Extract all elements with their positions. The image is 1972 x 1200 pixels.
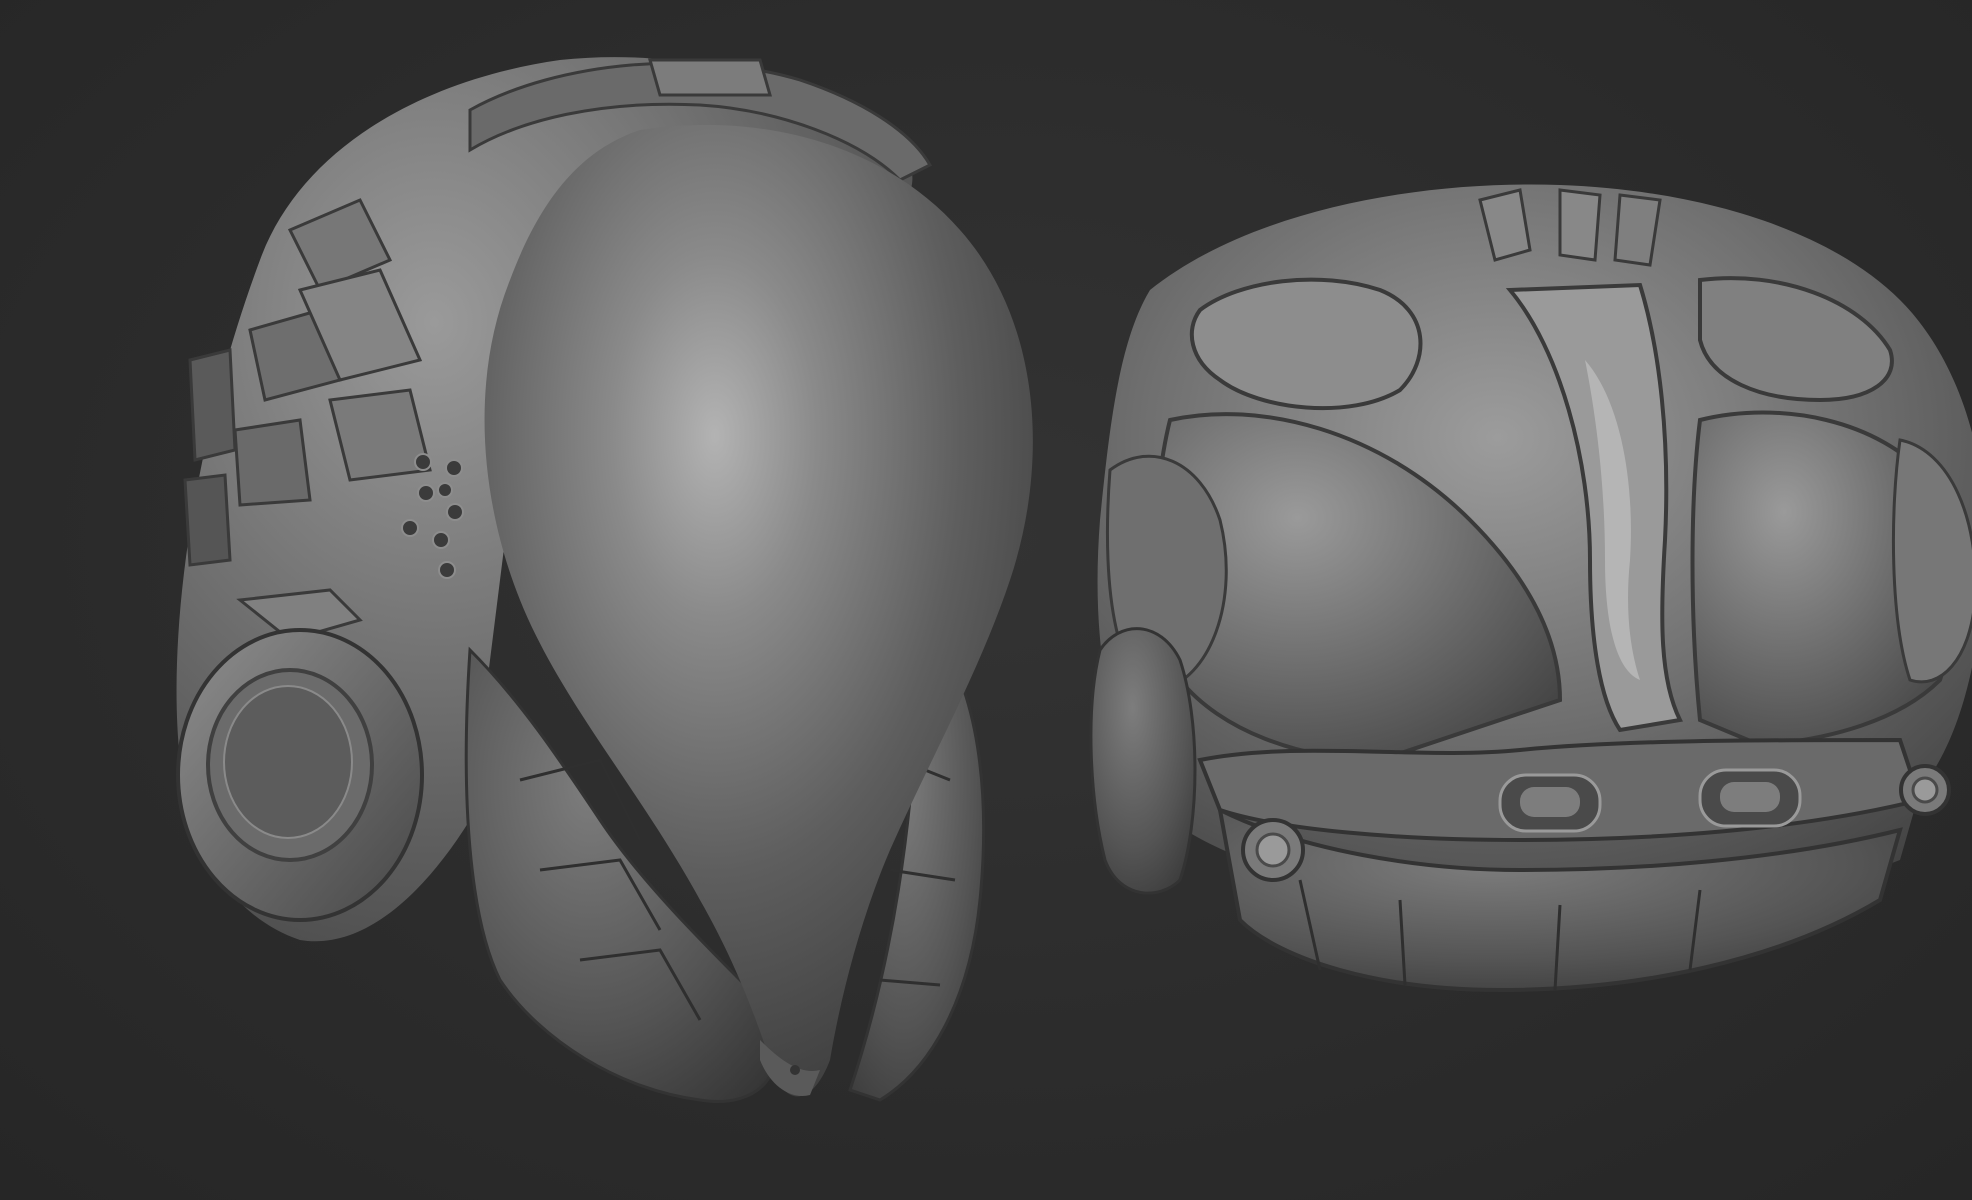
- rail-plate: [648, 58, 772, 97]
- helmet-front-view[interactable]: [1089, 184, 1972, 993]
- sculpt-viewport[interactable]: [0, 0, 1972, 1200]
- helmet-side-view[interactable]: [176, 57, 1033, 1103]
- top-crest: [1478, 188, 1662, 267]
- ear-cup-left: [1089, 627, 1197, 895]
- chin-screw: [790, 1065, 800, 1075]
- sculpt-canvas: [176, 57, 1972, 1103]
